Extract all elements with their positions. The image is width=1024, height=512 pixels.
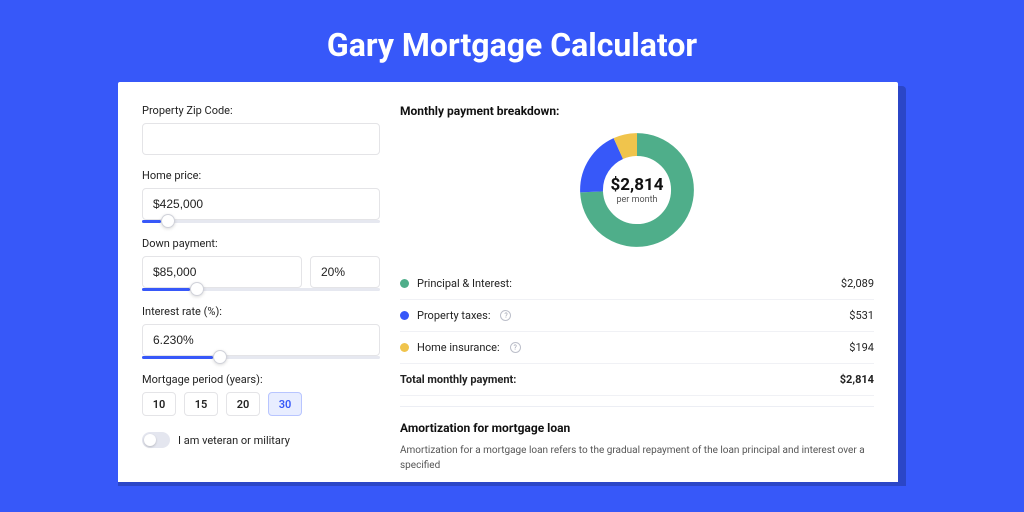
period-option-15[interactable]: 15 <box>184 392 218 416</box>
amortization-title: Amortization for mortgage loan <box>400 421 874 435</box>
dot-icon <box>400 279 409 288</box>
legend-value: $2,089 <box>841 277 874 290</box>
amortization-body: Amortization for a mortgage loan refers … <box>400 443 874 473</box>
period-options: 10 15 20 30 <box>142 392 380 416</box>
page-title: Gary Mortgage Calculator <box>0 0 1024 86</box>
down-payment-group: Down payment: <box>142 237 380 291</box>
toggle-knob-icon <box>144 434 156 446</box>
veteran-toggle[interactable] <box>142 432 170 448</box>
donut-chart-wrap: $2,814 per month <box>400 130 874 250</box>
form-column: Property Zip Code: Home price: Down paym… <box>142 104 380 482</box>
donut-chart: $2,814 per month <box>577 130 697 250</box>
breakdown-title: Monthly payment breakdown: <box>400 104 874 118</box>
interest-rate-input[interactable] <box>142 324 380 356</box>
legend-label: Home insurance: <box>417 341 500 354</box>
home-price-slider[interactable] <box>142 220 380 223</box>
slider-thumb-icon[interactable] <box>213 350 227 364</box>
interest-rate-group: Interest rate (%): <box>142 305 380 359</box>
slider-thumb-icon[interactable] <box>190 282 204 296</box>
card-shadow: Property Zip Code: Home price: Down paym… <box>118 86 906 486</box>
period-group: Mortgage period (years): 10 15 20 30 <box>142 373 380 416</box>
total-value: $2,814 <box>840 373 874 386</box>
legend-value: $194 <box>849 341 874 354</box>
donut-center: $2,814 per month <box>577 130 697 250</box>
help-icon[interactable]: ? <box>500 310 511 321</box>
calculator-card: Property Zip Code: Home price: Down paym… <box>118 82 898 482</box>
down-payment-slider[interactable] <box>142 288 380 291</box>
period-option-20[interactable]: 20 <box>226 392 260 416</box>
down-payment-input[interactable] <box>142 256 302 288</box>
veteran-row: I am veteran or military <box>142 432 380 448</box>
amortization-section: Amortization for mortgage loan Amortizat… <box>400 406 874 473</box>
home-price-input[interactable] <box>142 188 380 220</box>
period-option-30[interactable]: 30 <box>268 392 302 416</box>
legend-row-total: Total monthly payment: $2,814 <box>400 364 874 396</box>
veteran-label: I am veteran or military <box>178 434 290 447</box>
legend-row-insurance: Home insurance: ? $194 <box>400 332 874 364</box>
legend-row-taxes: Property taxes: ? $531 <box>400 300 874 332</box>
home-price-label: Home price: <box>142 169 380 182</box>
interest-rate-label: Interest rate (%): <box>142 305 380 318</box>
zip-label: Property Zip Code: <box>142 104 380 117</box>
slider-thumb-icon[interactable] <box>161 214 175 228</box>
legend-row-principal: Principal & Interest: $2,089 <box>400 268 874 300</box>
interest-rate-slider[interactable] <box>142 356 380 359</box>
dot-icon <box>400 311 409 320</box>
zip-input[interactable] <box>142 123 380 155</box>
total-label: Total monthly payment: <box>400 373 516 386</box>
down-payment-label: Down payment: <box>142 237 380 250</box>
period-label: Mortgage period (years): <box>142 373 380 386</box>
donut-sub: per month <box>616 195 657 205</box>
legend-value: $531 <box>849 309 874 322</box>
help-icon[interactable]: ? <box>510 342 521 353</box>
home-price-group: Home price: <box>142 169 380 223</box>
period-option-10[interactable]: 10 <box>142 392 176 416</box>
dot-icon <box>400 343 409 352</box>
zip-field-group: Property Zip Code: <box>142 104 380 155</box>
legend-label: Principal & Interest: <box>417 277 512 290</box>
donut-amount: $2,814 <box>611 175 664 195</box>
down-payment-pct-input[interactable] <box>310 256 380 288</box>
breakdown-column: Monthly payment breakdown: $2,814 per mo… <box>400 104 874 482</box>
legend-label: Property taxes: <box>417 309 490 322</box>
